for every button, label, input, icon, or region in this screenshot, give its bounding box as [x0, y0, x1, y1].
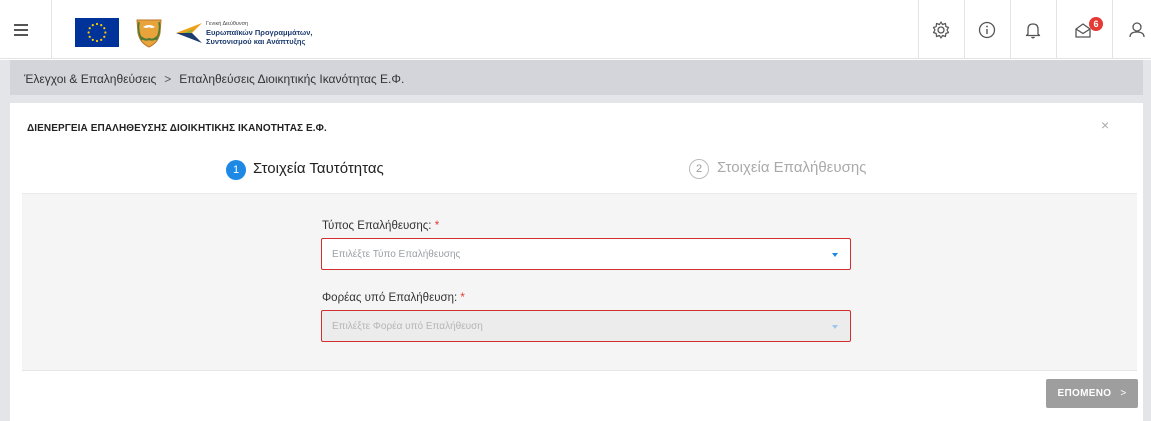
divider — [918, 0, 919, 59]
ministry-logo-icon — [174, 21, 204, 45]
verification-type-placeholder: Επιλέξτε Τύπο Επαλήθευσης — [332, 249, 461, 260]
left-gutter — [0, 60, 10, 421]
spacer — [10, 95, 1143, 103]
cyprus-emblem-logo — [134, 17, 164, 49]
breadcrumb: Έλεγχοι & Επαληθεύσεις > Επαληθεύσεις Διοι… — [10, 60, 1143, 95]
step-2-label: Στοιχεία Επαλήθευσης — [717, 159, 867, 176]
menu-icon[interactable] — [14, 24, 28, 36]
messages-badge: 6 — [1089, 17, 1103, 31]
logo-line-2: Ευρωπαϊκών Προγραμμάτων, — [206, 28, 313, 37]
chevron-down-icon — [832, 253, 838, 257]
verification-type-label-text: Τύπος Επαλήθευσης: — [322, 220, 432, 232]
divider — [51, 0, 52, 59]
entity-select: Επιλέξτε Φορέα υπό Επαλήθευση — [321, 310, 851, 342]
eu-flag-logo — [75, 18, 119, 47]
step-2-circle: 2 — [689, 159, 709, 179]
divider — [1112, 0, 1113, 59]
chevron-right-icon: > — [1120, 388, 1127, 399]
chevron-down-icon — [832, 325, 838, 329]
panel-title: ΔΙΕΝΕΡΓΕΙΑ ΕΠΑΛΗΘΕΥΣΗΣ ΔΙΟΙΚΗΤΙΚΗΣ ΙΚΑΝΟ… — [27, 123, 327, 134]
bell-icon[interactable] — [1020, 17, 1046, 43]
step-1-circle: 1 — [226, 160, 246, 180]
entity-placeholder: Επιλέξτε Φορέα υπό Επαλήθευση — [332, 321, 483, 332]
next-button[interactable]: ΕΠΟΜΕΝΟ > — [1046, 379, 1138, 408]
logo-line-3: Συντονισμού και Ανάπτυξης — [206, 37, 306, 46]
logo-line-1: Γενική Διεύθυνση — [206, 21, 249, 27]
settings-icon[interactable] — [928, 17, 954, 43]
breadcrumb-item-current: Επαληθεύσεις Διοικητικής Ικανότητας Ε.Φ. — [179, 72, 405, 86]
entity-label-text: Φορέας υπό Επαλήθευση: — [322, 292, 458, 304]
ministry-logo-text: Γενική Διεύθυνση Ευρωπαϊκών Προγραμμάτων… — [206, 18, 312, 46]
required-marker: * — [434, 220, 440, 232]
divider — [1010, 0, 1011, 59]
right-gutter — [1143, 60, 1151, 421]
breadcrumb-item-checks[interactable]: Έλεγχοι & Επαληθεύσεις — [24, 72, 156, 86]
divider — [964, 0, 965, 59]
next-button-label: ΕΠΟΜΕΝΟ — [1057, 388, 1112, 399]
breadcrumb-separator: > — [164, 72, 172, 86]
entity-label: Φορέας υπό Επαλήθευση: * — [322, 292, 465, 304]
user-icon[interactable] — [1124, 17, 1150, 43]
verification-type-select[interactable]: Επιλέξτε Τύπο Επαλήθευσης — [321, 238, 851, 270]
info-icon[interactable] — [974, 17, 1000, 43]
required-marker: * — [460, 292, 465, 304]
step-1-label: Στοιχεία Ταυτότητας — [253, 160, 384, 177]
top-bar: Γενική Διεύθυνση Ευρωπαϊκών Προγραμμάτων… — [0, 0, 1151, 59]
close-icon[interactable]: × — [1101, 117, 1109, 133]
form-area — [22, 193, 1137, 371]
verification-type-label: Τύπος Επαλήθευσης: * — [322, 220, 439, 232]
divider — [1056, 0, 1057, 59]
